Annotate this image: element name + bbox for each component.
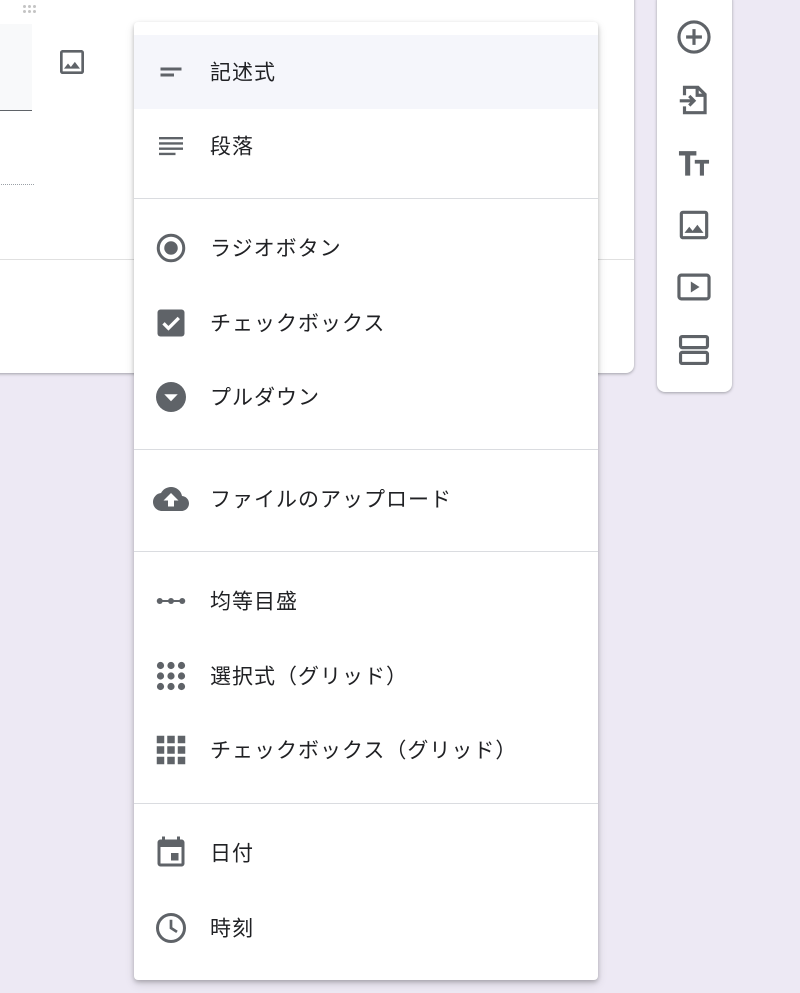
menu-item-checkbox[interactable]: チェックボックス: [134, 286, 598, 360]
menu-item-dropdown[interactable]: プルダウン: [134, 360, 598, 434]
menu-item-label: ラジオボタン: [210, 236, 342, 261]
menu-item-label: 選択式（グリッド）: [210, 664, 408, 689]
dropdown-icon: [153, 379, 189, 415]
menu-item-label: 時刻: [210, 916, 254, 941]
menu-item-label: 日付: [210, 841, 254, 866]
add-title-icon[interactable]: [674, 143, 714, 183]
menu-item-checkbox-grid[interactable]: チェックボックス（グリッド）: [134, 713, 598, 787]
menu-divider: [134, 449, 598, 450]
menu-item-date[interactable]: 日付: [134, 816, 598, 890]
add-question-icon[interactable]: [674, 17, 714, 57]
menu-item-label: 段落: [210, 134, 254, 159]
menu-divider: [134, 198, 598, 199]
menu-item-file-upload[interactable]: ファイルのアップロード: [134, 462, 598, 536]
drag-handle-icon[interactable]: [23, 5, 37, 13]
radio-button-icon: [153, 230, 189, 266]
menu-item-label: プルダウン: [210, 385, 320, 410]
menu-item-short-answer[interactable]: 記述式: [134, 35, 598, 109]
add-section-icon[interactable]: [674, 330, 714, 370]
menu-item-radio[interactable]: ラジオボタン: [134, 211, 598, 285]
menu-item-label: チェックボックス: [210, 311, 386, 336]
question-type-menu: 記述式 段落 ラジオボタン チェックボックス プルダウン ファイルのアップロード: [134, 22, 598, 980]
menu-item-label: ファイルのアップロード: [210, 487, 452, 512]
menu-item-label: 均等目盛: [210, 589, 298, 614]
question-title-field[interactable]: [0, 24, 32, 111]
clock-icon: [153, 910, 189, 946]
floating-toolbar: [657, 0, 732, 392]
cloud-upload-icon: [153, 481, 189, 517]
menu-item-paragraph[interactable]: 段落: [134, 109, 598, 183]
menu-item-time[interactable]: 時刻: [134, 891, 598, 965]
paragraph-icon: [153, 128, 189, 164]
menu-divider: [134, 803, 598, 804]
menu-item-linear-scale[interactable]: 均等目盛: [134, 564, 598, 638]
checkbox-icon: [153, 305, 189, 341]
add-video-icon[interactable]: [674, 267, 714, 307]
short-answer-icon: [153, 54, 189, 90]
calendar-icon: [153, 835, 189, 871]
checkbox-grid-icon: [153, 732, 189, 768]
menu-item-multiple-choice-grid[interactable]: 選択式（グリッド）: [134, 639, 598, 713]
answer-placeholder-line: [0, 184, 34, 185]
linear-scale-icon: [153, 583, 189, 619]
import-questions-icon[interactable]: [674, 80, 714, 120]
menu-item-label: チェックボックス（グリッド）: [210, 738, 518, 763]
menu-divider: [134, 551, 598, 552]
menu-item-label: 記述式: [210, 60, 276, 85]
multiple-choice-grid-icon: [153, 658, 189, 694]
add-image-to-question-icon[interactable]: [56, 46, 88, 78]
add-image-icon[interactable]: [674, 205, 714, 245]
